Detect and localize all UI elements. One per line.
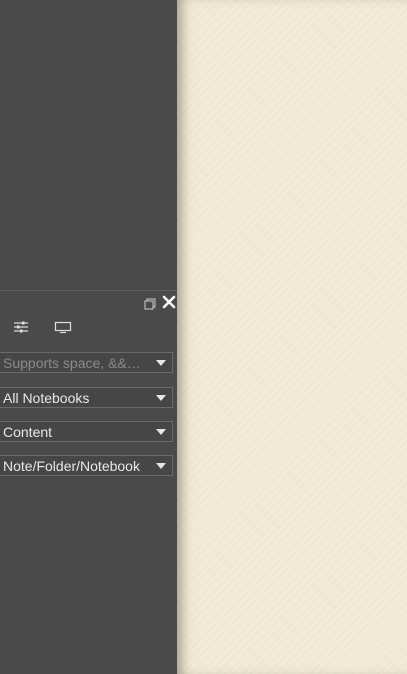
search-target-select[interactable]: Note/Folder/Notebook [0,455,173,476]
search-input-placeholder: Supports space, &&… [3,355,141,371]
triangle-down-icon [156,463,166,469]
notebook-scope-value: All Notebooks [3,390,90,406]
left-pane: Supports space, &&… All Notebooks Conten… [0,0,177,674]
restore-button[interactable] [144,297,156,310]
sliders-icon [14,321,28,333]
note-editor-area[interactable] [177,0,407,674]
app-window: Supports space, &&… All Notebooks Conten… [0,0,407,674]
triangle-down-icon[interactable] [156,360,166,366]
monitor-icon [54,321,72,334]
close-icon [162,295,176,309]
panel-titlebar [0,291,177,313]
triangle-down-icon [156,395,166,401]
settings-button[interactable] [11,317,31,337]
close-button[interactable] [161,294,177,310]
triangle-down-icon [156,429,166,435]
search-field-value: Content [3,424,53,440]
search-target-value: Note/Folder/Notebook [3,458,140,474]
notebook-scope-select[interactable]: All Notebooks [0,387,173,408]
search-panel: Supports space, &&… All Notebooks Conten… [0,290,177,674]
search-input[interactable]: Supports space, &&… [0,352,173,373]
search-field-select[interactable]: Content [0,421,173,442]
display-button[interactable] [53,317,73,337]
restore-window-icon [144,298,156,310]
